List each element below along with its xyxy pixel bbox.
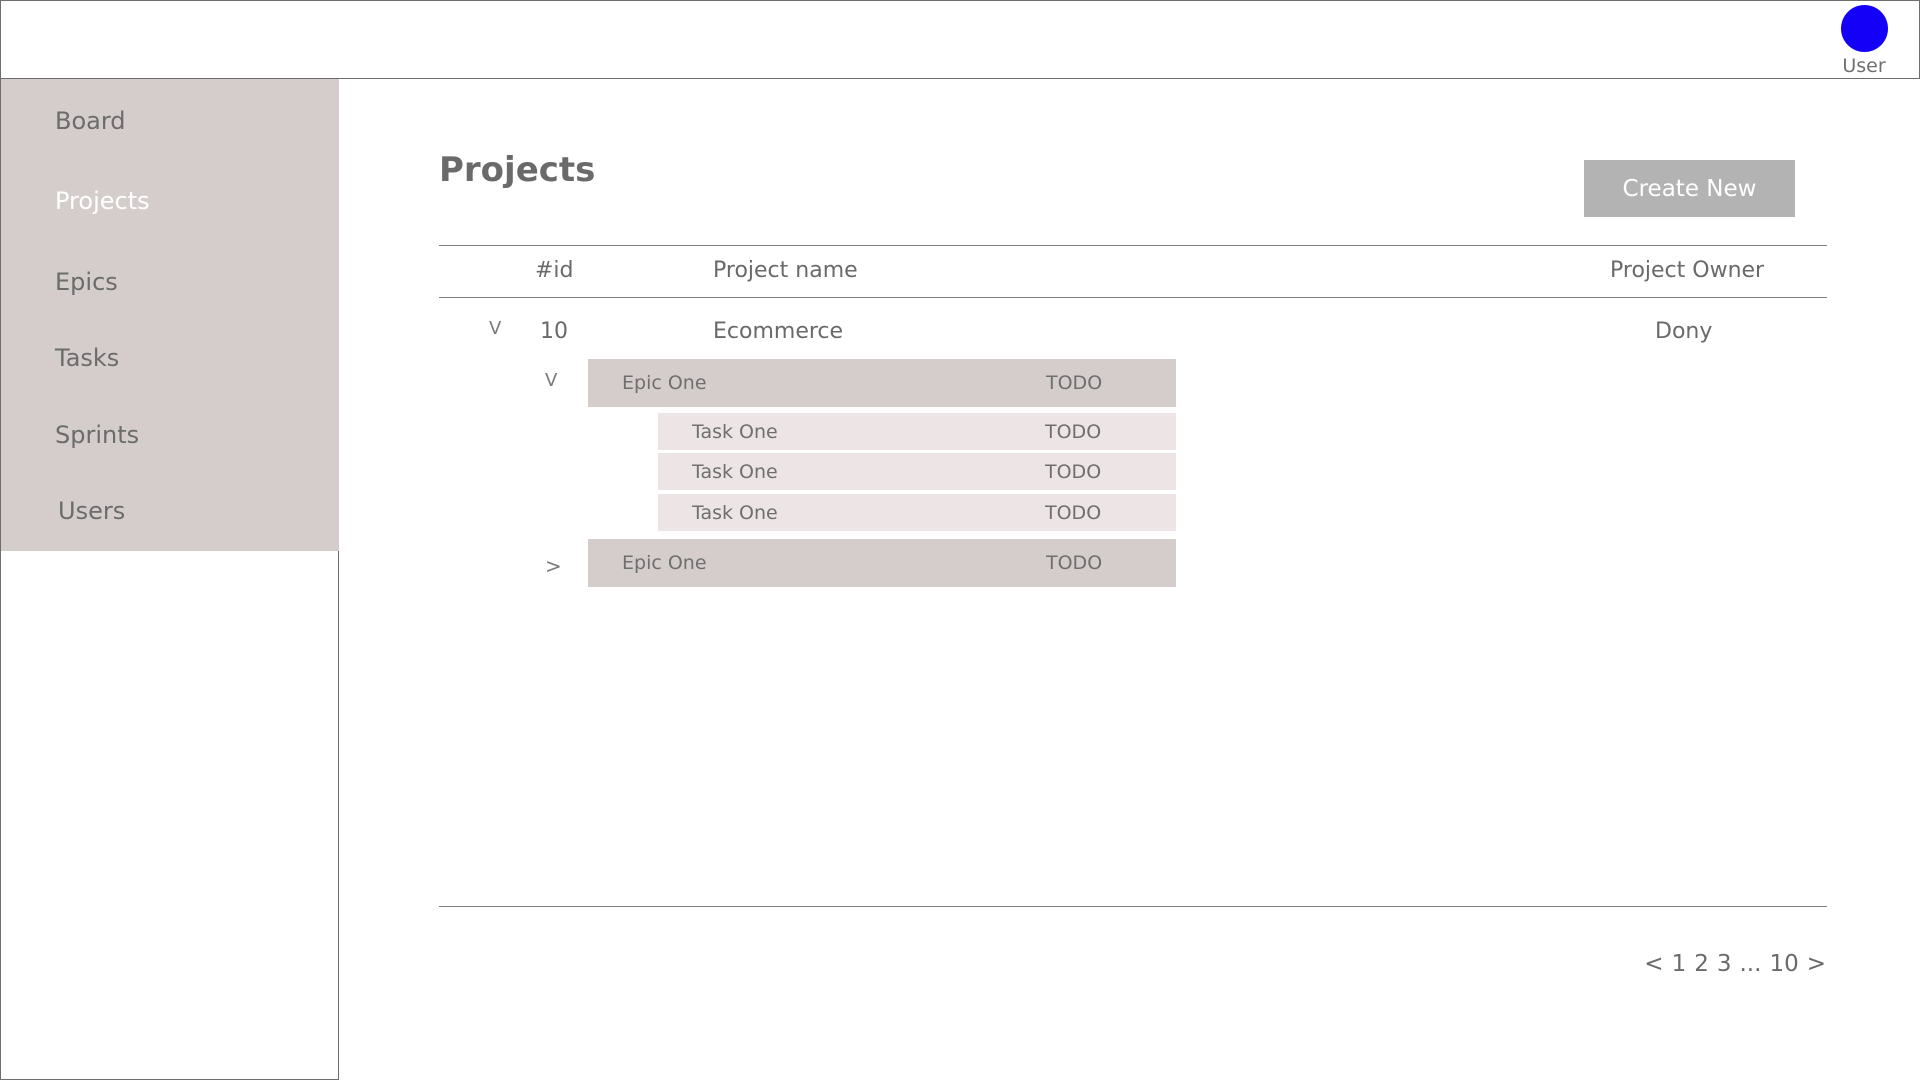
project-owner: Dony [1655,319,1713,344]
project-name[interactable]: Ecommerce [713,319,843,344]
create-new-button[interactable]: Create New [1584,160,1795,217]
column-header-project-owner: Project Owner [1610,258,1765,283]
sidebar-item-board[interactable]: Board [55,107,126,135]
task-name: Task One [692,421,778,443]
pagination-page-10[interactable]: 10 [1769,951,1798,977]
project-id: 10 [540,319,568,344]
pagination-ellipsis: ... [1739,951,1762,977]
epic-status: TODO [1046,372,1103,394]
sidebar-item-sprints[interactable]: Sprints [55,421,139,449]
column-header-id: #id [535,258,574,283]
avatar[interactable] [1840,5,1888,52]
task-row[interactable]: Task One TODO [658,453,1176,490]
sidebar: Board Projects Epics Tasks Sprints Users [0,79,339,1080]
pagination-page-1[interactable]: 1 [1672,951,1687,977]
table-header-divider [439,297,1827,298]
user-label: User [1842,55,1886,77]
user-menu[interactable]: User [1829,5,1899,77]
epic-name: Epic One [622,552,707,574]
task-row[interactable]: Task One TODO [658,494,1176,531]
column-header-project-name: Project name [713,258,858,283]
epic-status: TODO [1046,552,1103,574]
table-top-divider [439,245,1827,246]
task-status: TODO [1045,461,1102,483]
chevron-down-icon[interactable]: V [545,372,557,390]
chevron-down-icon[interactable]: V [489,320,501,338]
pagination: < 1 2 3 ... 10 > [1644,951,1826,977]
epic-name: Epic One [622,372,707,394]
task-name: Task One [692,502,778,524]
sidebar-item-tasks[interactable]: Tasks [55,344,119,372]
pagination-prev[interactable]: < [1644,951,1663,977]
sidebar-item-projects[interactable]: Projects [55,187,150,215]
sidebar-nav: Board Projects Epics Tasks Sprints Users [1,79,339,551]
sidebar-item-epics[interactable]: Epics [55,268,118,296]
top-bar: User [0,0,1920,79]
task-row[interactable]: Task One TODO [658,413,1176,450]
sidebar-item-users[interactable]: Users [58,497,125,525]
pagination-page-3[interactable]: 3 [1717,951,1732,977]
epic-row[interactable]: Epic One TODO [588,539,1176,587]
pagination-next[interactable]: > [1807,951,1826,977]
task-name: Task One [692,461,778,483]
pagination-page-2[interactable]: 2 [1694,951,1709,977]
task-status: TODO [1045,502,1102,524]
page-title: Projects [439,150,596,190]
table-bottom-divider [439,906,1827,907]
epic-row[interactable]: Epic One TODO [588,359,1176,407]
chevron-right-icon[interactable]: > [545,556,562,576]
task-status: TODO [1045,421,1102,443]
